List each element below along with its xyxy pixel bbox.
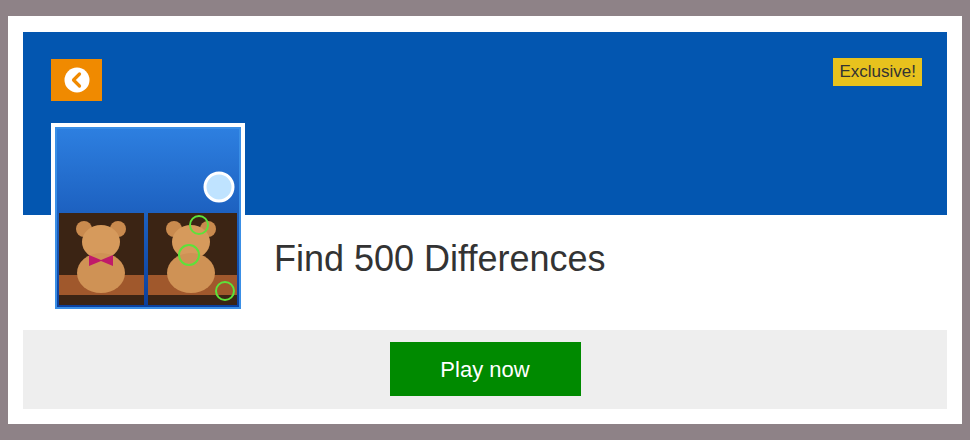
game-panel: Exclusive! Find 500 Differences Play now <box>8 16 962 424</box>
game-title: Find 500 Differences <box>274 237 606 280</box>
game-thumbnail[interactable] <box>51 123 245 313</box>
action-bar: Play now <box>23 330 947 409</box>
chevron-left-icon[interactable] <box>64 67 90 93</box>
play-button[interactable]: Play now <box>390 342 581 396</box>
game-info: Find 500 Differences <box>23 123 947 313</box>
back-button[interactable] <box>51 59 102 101</box>
exclusive-badge: Exclusive! <box>833 58 922 86</box>
game-artwork-icon[interactable] <box>55 127 241 309</box>
